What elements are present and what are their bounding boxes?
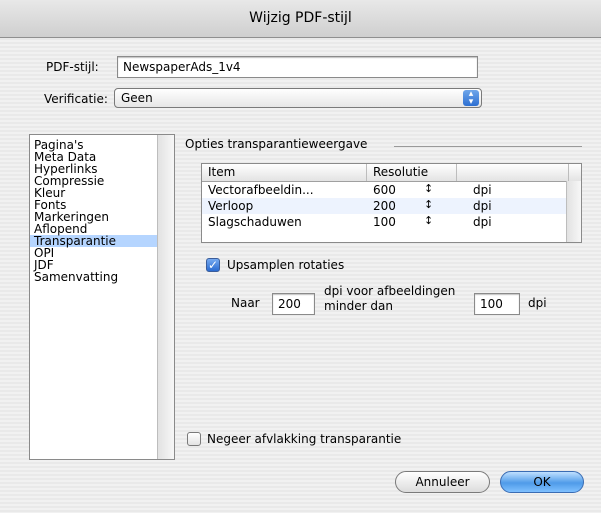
dpi-threshold-label: dpi voor afbeeldingen minder dan [324,284,455,314]
column-header-unit[interactable] [457,164,569,181]
list-item[interactable]: Samenvatting [30,271,174,283]
pdf-style-field[interactable]: NewspaperAds_1v4 [117,56,478,78]
to-dpi-field[interactable]: 200 [272,293,315,315]
dialog-window: Wijzig PDF-stijl PDF-stijl: NewspaperAds… [0,0,601,513]
transparency-table: Item Resolutie Vectorafbeeldin... 600 ↕ … [201,163,582,243]
stepper-icon[interactable]: ↕ [424,182,433,196]
ok-button[interactable]: OK [500,471,584,493]
threshold-unit-label: dpi [528,296,547,310]
checkmark-icon: ✓ [207,258,219,272]
cell-resolution: 200 [373,199,396,213]
cell-unit: dpi [473,183,492,197]
cell-item: Verloop [208,199,254,213]
to-label: Naar [231,296,260,310]
upsample-label: Upsamplen rotaties [227,258,345,272]
group-title: Opties transparantieweergave [185,137,368,151]
ignore-flattening-checkbox[interactable] [187,432,201,446]
dpi-threshold-line1: dpi voor afbeeldingen [324,284,456,298]
pdf-style-label: PDF-stijl: [46,60,99,74]
verification-label: Verificatie: [44,92,108,106]
verification-value: Geen [121,91,153,105]
window-title: Wijzig PDF-stijl [0,0,601,38]
category-list[interactable]: Pagina's Meta Data Hyperlinks Compressie… [29,134,175,460]
threshold-dpi-field[interactable]: 100 [474,293,520,315]
popup-arrows-icon: ▴ ▾ [463,90,479,107]
cell-item: Vectorafbeeldin... [208,183,314,197]
table-row[interactable]: Vectorafbeeldin... 600 ↕ dpi [202,182,567,198]
dpi-threshold-line2: minder dan [324,299,393,313]
group-divider [394,146,582,147]
column-header-resolution[interactable]: Resolutie [367,164,457,181]
table-scrollbar[interactable] [566,181,581,242]
list-scrollbar[interactable] [157,135,174,459]
table-row[interactable]: Verloop 200 ↕ dpi [202,198,567,214]
ignore-flattening-label: Negeer afvlakking transparantie [207,432,402,446]
cell-unit: dpi [473,199,492,213]
table-header: Item Resolutie [202,164,581,182]
table-row[interactable]: Slagschaduwen 100 ↕ dpi [202,214,567,230]
stepper-icon[interactable]: ↕ [424,214,433,228]
cancel-button[interactable]: Annuleer [395,471,490,493]
stepper-icon[interactable]: ↕ [424,198,433,212]
cell-resolution: 600 [373,183,396,197]
upsample-checkbox[interactable]: ✓ [206,258,220,272]
column-header-item[interactable]: Item [202,164,367,181]
cell-item: Slagschaduwen [208,215,302,229]
cell-unit: dpi [473,215,492,229]
verification-popup[interactable]: Geen ▴ ▾ [114,88,482,108]
cell-resolution: 100 [373,215,396,229]
